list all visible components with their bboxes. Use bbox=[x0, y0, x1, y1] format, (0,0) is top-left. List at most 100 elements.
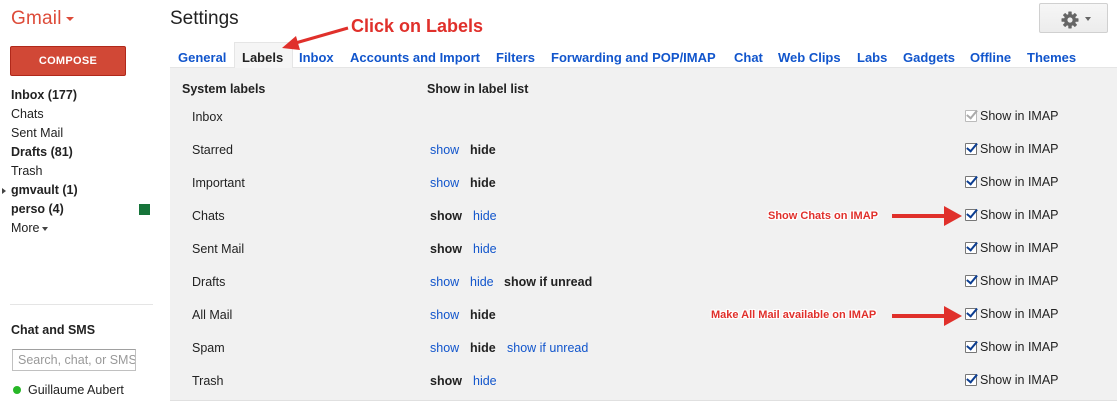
hide-link[interactable]: hide bbox=[473, 209, 497, 223]
show-link[interactable]: show bbox=[430, 176, 459, 190]
show-link[interactable]: show bbox=[430, 341, 459, 355]
imap-checkbox[interactable] bbox=[965, 275, 977, 287]
compose-button[interactable]: COMPOSE bbox=[10, 46, 126, 76]
tab-filters[interactable]: Filters bbox=[496, 50, 535, 65]
imap-label: Show in IMAP bbox=[980, 274, 1059, 288]
imap-toggle[interactable]: Show in IMAP bbox=[965, 241, 1059, 255]
tab-forwarding-pop-imap[interactable]: Forwarding and POP/IMAP bbox=[551, 50, 716, 65]
imap-checkbox[interactable] bbox=[965, 374, 977, 386]
label-row-spam: Spam show hide show if unread Show in IM… bbox=[170, 332, 1117, 365]
gmail-logo-text: Gmail bbox=[11, 8, 62, 29]
label-color-swatch[interactable] bbox=[139, 204, 150, 215]
imap-checkbox[interactable] bbox=[965, 341, 977, 353]
imap-label: Show in IMAP bbox=[980, 307, 1059, 321]
hide-link[interactable]: hide bbox=[470, 275, 494, 289]
sidebar-divider bbox=[10, 304, 153, 305]
sidebar-item-label: Drafts (81) bbox=[11, 145, 73, 159]
sidebar-item-label: More bbox=[11, 221, 40, 235]
sidebar-item-label: perso (4) bbox=[11, 202, 64, 216]
hide-link[interactable]: hide bbox=[473, 242, 497, 256]
gmail-settings-page: Gmail COMPOSE Inbox (177) Chats Sent Mai… bbox=[0, 0, 1117, 406]
sidebar-item-label: Sent Mail bbox=[11, 126, 64, 140]
gear-icon bbox=[1061, 11, 1079, 29]
sidebar-item-gmvault[interactable]: gmvault (1) bbox=[2, 181, 151, 200]
tab-labs[interactable]: Labs bbox=[857, 50, 887, 65]
imap-checkbox[interactable] bbox=[965, 242, 977, 254]
label-name: Starred bbox=[192, 143, 233, 157]
imap-label: Show in IMAP bbox=[980, 241, 1059, 255]
imap-toggle[interactable]: Show in IMAP bbox=[965, 340, 1059, 354]
annotation-click-labels: Click on Labels bbox=[351, 16, 484, 36]
online-status-icon bbox=[13, 386, 21, 394]
sidebar-nav: Inbox (177) Chats Sent Mail Drafts (81) … bbox=[2, 86, 151, 238]
sidebar-item-perso[interactable]: perso (4) bbox=[11, 200, 151, 219]
tab-web-clips[interactable]: Web Clips bbox=[778, 50, 841, 65]
imap-checkbox[interactable] bbox=[965, 308, 977, 320]
tab-gadgets[interactable]: Gadgets bbox=[903, 50, 955, 65]
labels-panel: System labels Show in label list Inbox S… bbox=[170, 68, 1117, 400]
settings-tabs: General Labels Inbox Accounts and Import… bbox=[170, 40, 1117, 69]
show-option-selected: show bbox=[430, 242, 462, 256]
system-labels-header: System labels bbox=[182, 82, 266, 96]
imap-checkbox[interactable] bbox=[965, 143, 977, 155]
show-link[interactable]: show bbox=[430, 275, 459, 289]
annotation-show-chats: Show Chats on IMAP bbox=[768, 210, 878, 222]
label-row-starred: Starred show hide Show in IMAP bbox=[170, 134, 1117, 167]
tab-themes[interactable]: Themes bbox=[1027, 50, 1076, 65]
show-option-selected: show bbox=[430, 374, 462, 388]
show-in-label-list-header: Show in label list bbox=[427, 82, 529, 96]
label-row-sent-mail: Sent Mail show hide Show in IMAP bbox=[170, 233, 1117, 266]
chat-contact[interactable]: Guillaume Aubert bbox=[13, 383, 124, 397]
imap-toggle[interactable]: Show in IMAP bbox=[965, 208, 1059, 222]
imap-toggle[interactable]: Show in IMAP bbox=[965, 274, 1059, 288]
imap-toggle[interactable]: Show in IMAP bbox=[965, 142, 1059, 156]
show-if-unread-link[interactable]: show if unread bbox=[507, 341, 588, 355]
label-name: Spam bbox=[192, 341, 225, 355]
imap-checkbox[interactable] bbox=[965, 209, 977, 221]
sidebar-item-label: Trash bbox=[11, 164, 43, 178]
hide-link[interactable]: hide bbox=[473, 374, 497, 388]
chat-search-input[interactable]: Search, chat, or SMS bbox=[12, 349, 136, 371]
tab-chat[interactable]: Chat bbox=[734, 50, 763, 65]
annotation-all-mail: Make All Mail available on IMAP bbox=[711, 309, 877, 321]
tab-accounts-and-import[interactable]: Accounts and Import bbox=[350, 50, 480, 65]
imap-checkbox[interactable] bbox=[965, 176, 977, 188]
tab-inbox[interactable]: Inbox bbox=[299, 50, 334, 65]
imap-label: Show in IMAP bbox=[980, 142, 1059, 156]
label-name: Drafts bbox=[192, 275, 226, 289]
imap-toggle[interactable]: Show in IMAP bbox=[965, 307, 1059, 321]
sidebar-item-drafts[interactable]: Drafts (81) bbox=[11, 143, 151, 162]
hide-option-selected: hide bbox=[470, 143, 496, 157]
sidebar-item-chats[interactable]: Chats bbox=[11, 105, 151, 124]
imap-label: Show in IMAP bbox=[980, 373, 1059, 387]
imap-label: Show in IMAP bbox=[980, 109, 1059, 123]
label-name: Trash bbox=[192, 374, 224, 388]
show-option-selected: show bbox=[430, 209, 462, 223]
contact-name: Guillaume Aubert bbox=[28, 383, 124, 397]
imap-toggle[interactable]: Show in IMAP bbox=[965, 175, 1059, 189]
gmail-logo[interactable]: Gmail bbox=[11, 8, 74, 30]
label-name: Sent Mail bbox=[192, 242, 245, 256]
settings-gear-button[interactable] bbox=[1039, 3, 1108, 33]
chevron-down-icon bbox=[1085, 17, 1091, 21]
label-name: All Mail bbox=[192, 308, 233, 322]
sidebar-item-inbox[interactable]: Inbox (177) bbox=[11, 86, 151, 105]
sidebar-item-more[interactable]: More bbox=[11, 219, 151, 238]
imap-label: Show in IMAP bbox=[980, 208, 1059, 222]
expand-arrow-icon[interactable] bbox=[2, 188, 6, 194]
imap-checkbox bbox=[965, 110, 977, 122]
imap-toggle[interactable]: Show in IMAP bbox=[965, 373, 1059, 387]
tab-offline[interactable]: Offline bbox=[970, 50, 1011, 65]
imap-label: Show in IMAP bbox=[980, 340, 1059, 354]
chevron-down-icon bbox=[65, 16, 74, 21]
show-link[interactable]: show bbox=[430, 143, 459, 157]
sidebar-item-label: Inbox (177) bbox=[11, 88, 77, 102]
sidebar-item-trash[interactable]: Trash bbox=[11, 162, 151, 181]
sidebar-item-sent-mail[interactable]: Sent Mail bbox=[11, 124, 151, 143]
sidebar-item-label: gmvault (1) bbox=[11, 183, 78, 197]
tab-labels[interactable]: Labels bbox=[242, 50, 283, 65]
show-link[interactable]: show bbox=[430, 308, 459, 322]
hide-option-selected: hide bbox=[470, 176, 496, 190]
tab-general[interactable]: General bbox=[178, 50, 226, 65]
hide-option-selected: hide bbox=[470, 341, 496, 355]
